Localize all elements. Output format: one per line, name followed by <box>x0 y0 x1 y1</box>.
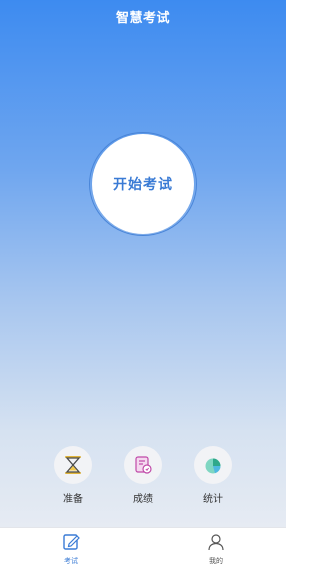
feature-score[interactable]: 成绩 <box>118 446 168 505</box>
tab-exam[interactable]: 考试 <box>51 533 91 566</box>
user-icon <box>208 534 224 551</box>
start-exam-button[interactable]: 开始考试 <box>92 134 194 234</box>
feature-score-label: 成绩 <box>133 494 153 505</box>
tab-mine[interactable]: 我的 <box>196 533 236 566</box>
feature-stats-circle <box>194 446 232 484</box>
score-report-icon <box>135 456 152 474</box>
edit-icon <box>63 534 80 550</box>
feature-score-circle <box>124 446 162 484</box>
feature-stats[interactable]: 统计 <box>188 446 238 505</box>
hourglass-icon <box>65 456 81 474</box>
page-title: 智慧考试 <box>115 11 170 26</box>
feature-prepare-label: 准备 <box>63 494 83 505</box>
feature-prepare-circle <box>54 446 92 484</box>
exam-home-screen: 智慧考试 开始考试 准备 成绩 统计 <box>0 0 286 527</box>
bottom-tab-bar: 考试 我的 <box>0 527 286 567</box>
pie-chart-icon <box>205 458 221 474</box>
feature-prepare[interactable]: 准备 <box>48 446 98 505</box>
tab-exam-label: 考试 <box>64 557 78 565</box>
feature-stats-label: 统计 <box>203 494 223 505</box>
tab-mine-label: 我的 <box>209 557 223 565</box>
